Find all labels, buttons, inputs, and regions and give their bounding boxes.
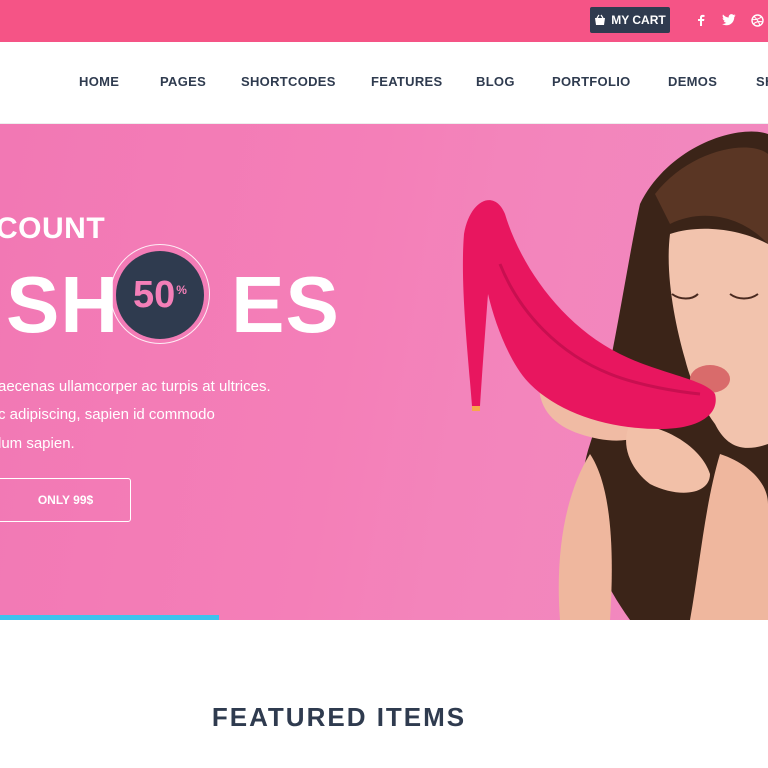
- dribbble-icon[interactable]: [749, 12, 765, 28]
- only-99-button[interactable]: ONLY 99$: [0, 478, 131, 522]
- hero-slider: COUNT SH ES 50% aecenas ullamcorper ac tu…: [0, 124, 768, 620]
- nav-item-features[interactable]: FEATURES: [371, 74, 443, 89]
- my-cart-label: MY CART: [611, 13, 666, 27]
- nav-item-blog[interactable]: BLOG: [476, 74, 515, 89]
- my-cart-button[interactable]: MY CART: [590, 7, 670, 33]
- nav-item-shop[interactable]: SH: [756, 74, 768, 89]
- nav-item-demos[interactable]: DEMOS: [668, 74, 717, 89]
- nav-item-portfolio[interactable]: PORTFOLIO: [552, 74, 631, 89]
- nav-item-pages[interactable]: PAGES: [160, 74, 206, 89]
- twitter-icon[interactable]: [721, 12, 737, 28]
- hero-title-right: ES: [231, 260, 340, 349]
- basket-icon: [595, 14, 606, 25]
- main-navigation: HOME PAGES SHORTCODES FEATURES BLOG PORT…: [0, 42, 768, 124]
- top-bar: MY CART: [0, 0, 768, 42]
- featured-items-heading: FEATURED ITEMS: [211, 702, 467, 732]
- hero-text-line: lum sapien.: [0, 435, 75, 452]
- facebook-icon[interactable]: [693, 12, 709, 28]
- hero-image: [462, 131, 768, 620]
- nav-item-home[interactable]: HOME: [79, 74, 119, 89]
- hero-text-line: c adipiscing, sapien id commodo: [0, 406, 215, 423]
- hero-subtitle: COUNT: [0, 212, 106, 245]
- hero-title-left: SH: [6, 260, 120, 349]
- percent-symbol: %: [176, 283, 187, 297]
- slider-progress-bar: [0, 615, 219, 620]
- discount-value: 50: [133, 273, 176, 316]
- nav-item-shortcodes[interactable]: SHORTCODES: [241, 74, 336, 89]
- hero-text-line: aecenas ullamcorper ac turpis at ultrice…: [0, 378, 271, 395]
- discount-badge: 50%: [116, 251, 204, 339]
